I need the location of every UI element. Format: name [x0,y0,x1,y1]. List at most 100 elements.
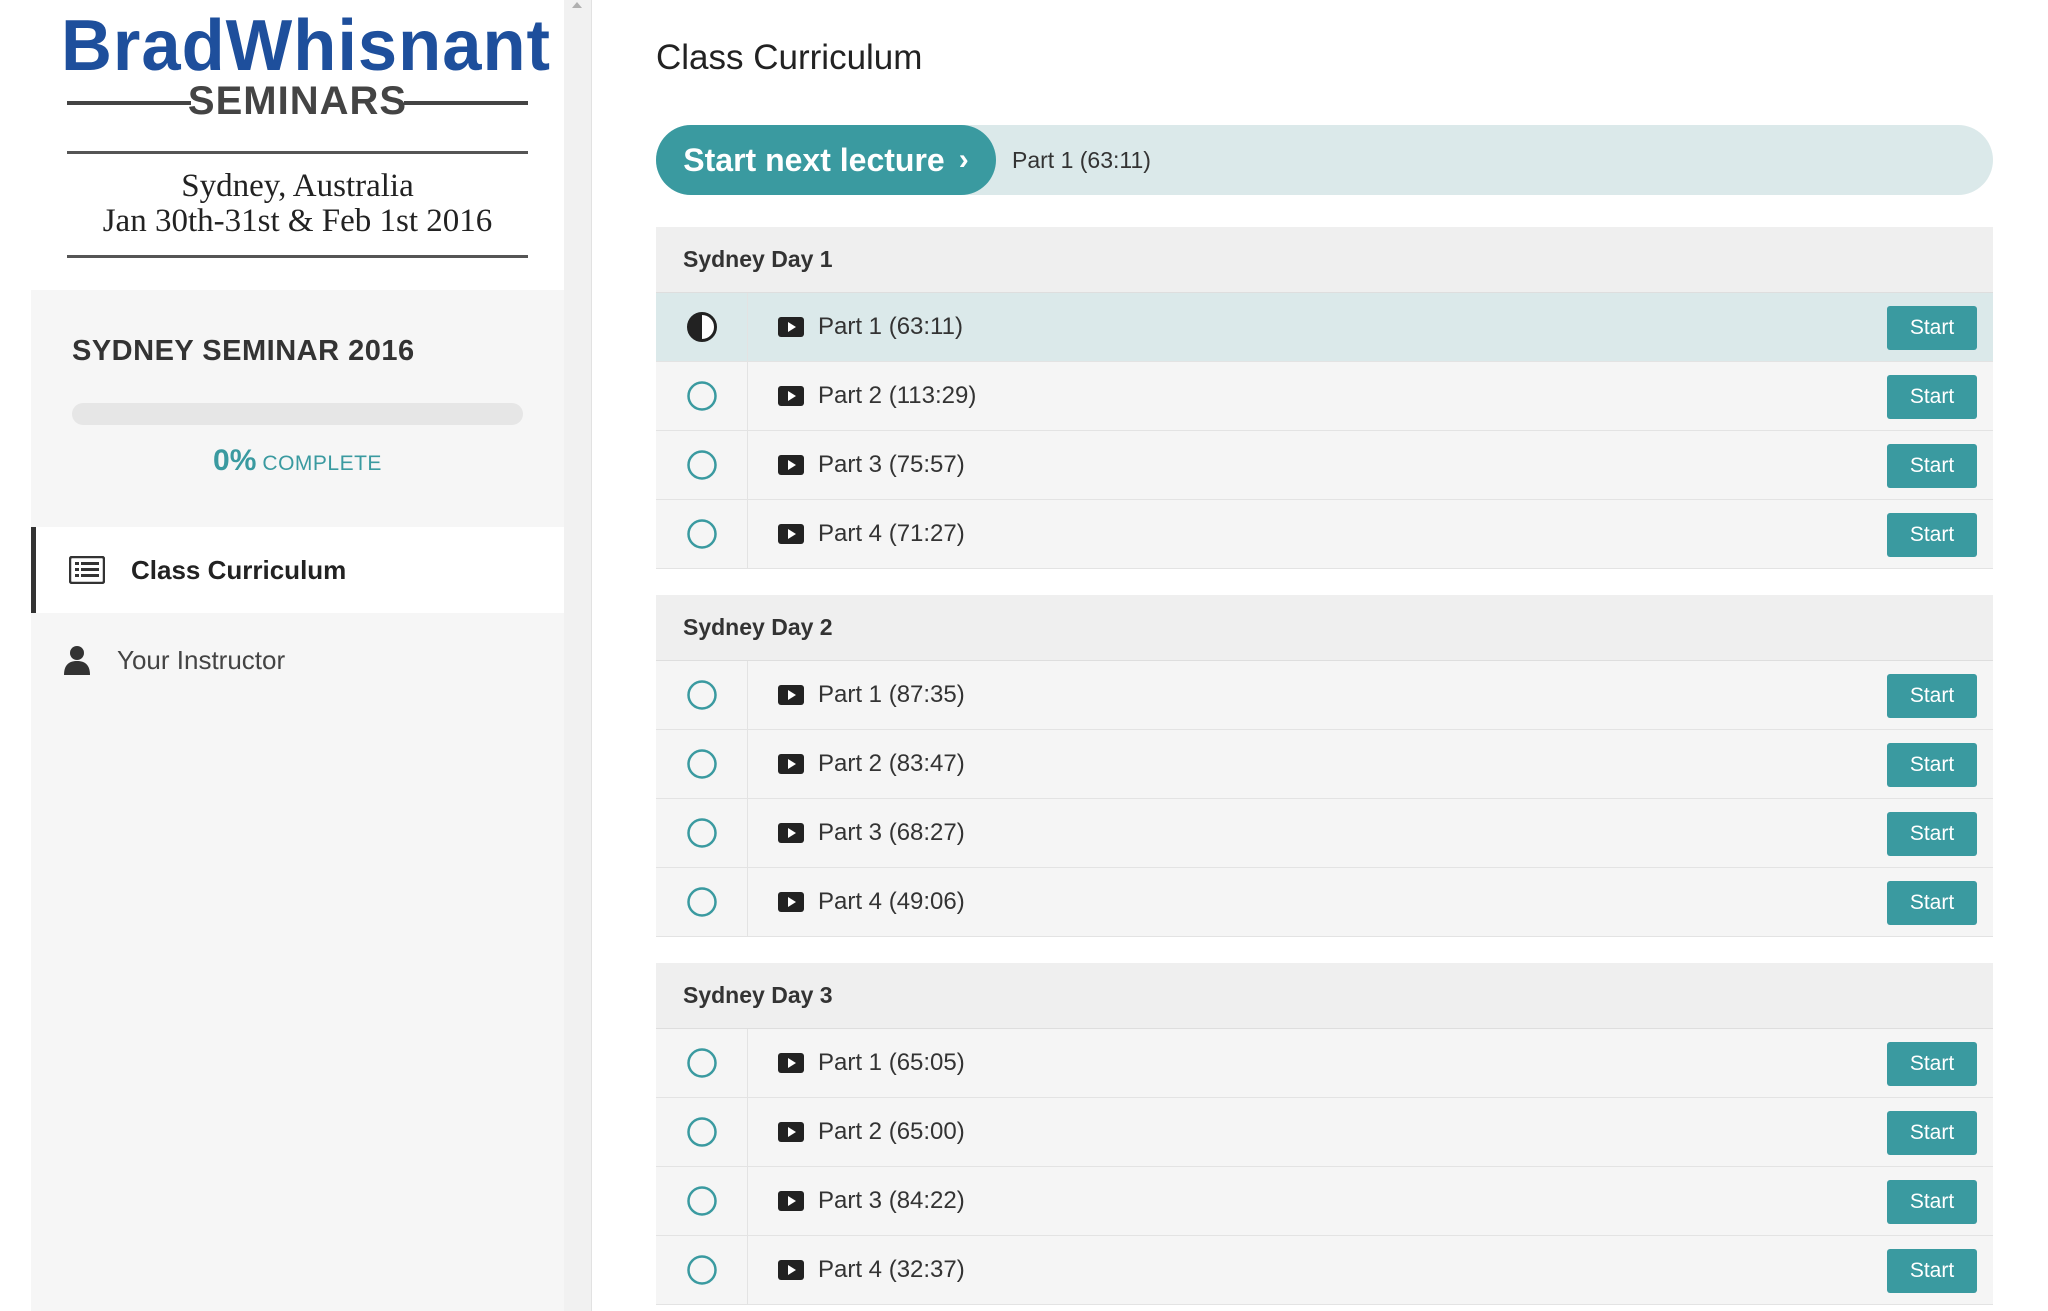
nav-item-class-curriculum[interactable]: Class Curriculum [31,527,564,613]
logo-divider-top [67,151,528,154]
lecture-item[interactable]: Part 4 (32:37) Start [656,1236,1993,1305]
lecture-item[interactable]: Part 1 (87:35) Start [656,661,1993,730]
empty-circle-icon [686,1117,717,1147]
curriculum-section: Sydney Day 1 Part 1 (63:11) Start Part 2… [656,227,1993,569]
logo-dates: Jan 30th-31st & Feb 1st 2016 [102,203,493,239]
logo-line-right [404,101,528,105]
lecture-item[interactable]: Part 3 (68:27) Start [656,799,1993,868]
start-next-lecture-label: Start next lecture [683,141,945,178]
start-lecture-button[interactable]: Start [1887,1042,1977,1086]
lecture-title: Part 2 (113:29) [818,382,977,409]
start-lecture-button[interactable]: Start [1887,1249,1977,1293]
video-icon [778,524,804,544]
start-next-lecture-button[interactable]: Start next lecture › [656,125,996,195]
start-lecture-button[interactable]: Start [1887,1180,1977,1224]
video-icon [778,1122,804,1142]
video-icon [778,1260,804,1280]
user-icon [59,645,95,675]
video-icon [778,455,804,475]
lecture-title: Part 2 (65:00) [818,1118,965,1145]
empty-circle-icon [686,1186,717,1216]
lecture-status-cell [656,1167,748,1235]
main-content: Class Curriculum Start next lecture › Par… [592,0,2048,1311]
start-lecture-button[interactable]: Start [1887,1111,1977,1155]
lecture-item[interactable]: Part 2 (65:00) Start [656,1098,1993,1167]
empty-circle-icon [686,381,717,411]
video-icon [778,823,804,843]
sidebar-scrollbar[interactable] [564,0,592,1311]
progress-label: 0% COMPLETE [72,444,523,478]
start-lecture-button[interactable]: Start [1887,375,1977,419]
video-icon [778,754,804,774]
lecture-status-cell [656,1236,748,1304]
lecture-item[interactable]: Part 4 (49:06) Start [656,868,1993,937]
logo-brand: BradWhisnant [61,6,552,86]
lecture-status-cell [656,362,748,430]
empty-circle-icon [686,680,717,710]
scroll-up-arrow-icon[interactable] [572,2,582,8]
lecture-list: Part 1 (65:05) Start Part 2 (65:00) Star… [656,1029,1993,1305]
start-lecture-button[interactable]: Start [1887,812,1977,856]
video-icon [778,685,804,705]
start-lecture-button[interactable]: Start [1887,743,1977,787]
half-circle-icon [686,312,717,342]
empty-circle-icon [686,749,717,779]
lecture-title: Part 4 (71:27) [818,520,965,547]
lecture-item[interactable]: Part 3 (75:57) Start [656,431,1993,500]
chevron-right-icon: › [958,143,969,176]
video-icon [778,317,804,337]
lecture-title: Part 1 (63:11) [818,313,963,340]
lecture-status-cell [656,799,748,867]
list-icon [69,555,105,585]
lecture-title: Part 1 (65:05) [818,1049,965,1076]
lecture-item[interactable]: Part 4 (71:27) Start [656,500,1993,569]
video-icon [778,386,804,406]
progress-bar [72,403,523,425]
section-title: Sydney Day 1 [656,227,1993,293]
start-lecture-button[interactable]: Start [1887,444,1977,488]
lecture-status-cell [656,431,748,499]
lecture-status-cell [656,868,748,936]
logo-location: Sydney, Australia [181,168,414,204]
empty-circle-icon [686,818,717,848]
video-icon [778,1191,804,1211]
lecture-title: Part 2 (83:47) [818,750,965,777]
lecture-status-cell [656,661,748,729]
lecture-item[interactable]: Part 2 (113:29) Start [656,362,1993,431]
start-lecture-button[interactable]: Start [1887,306,1977,350]
section-title: Sydney Day 2 [656,595,1993,661]
lecture-title: Part 4 (32:37) [818,1256,965,1283]
video-icon [778,1053,804,1073]
empty-circle-icon [686,1048,717,1078]
lecture-item[interactable]: Part 2 (83:47) Start [656,730,1993,799]
lecture-status-cell [656,1029,748,1097]
seminar-logo: BradWhisnant SEMINARS Sydney, Australia … [31,0,564,290]
lecture-item[interactable]: Part 3 (84:22) Start [656,1167,1993,1236]
empty-circle-icon [686,887,717,917]
empty-circle-icon [686,450,717,480]
lecture-title: Part 3 (84:22) [818,1187,965,1214]
lecture-status-cell [656,1098,748,1166]
progress-complete-text: COMPLETE [262,452,382,475]
start-lecture-button[interactable]: Start [1887,513,1977,557]
start-lecture-button[interactable]: Start [1887,674,1977,718]
logo-divider-bottom [67,255,528,258]
next-lecture-bar: Start next lecture › Part 1 (63:11) [656,125,1993,195]
nav-item-your-instructor[interactable]: Your Instructor [31,617,564,703]
empty-circle-icon [686,1255,717,1285]
app-window: BradWhisnant SEMINARS Sydney, Australia … [0,0,2048,1311]
lecture-item[interactable]: Part 1 (63:11) Start [656,293,1993,362]
nav-label: Class Curriculum [131,554,347,585]
next-lecture-title: Part 1 (63:11) [1012,147,1151,173]
lecture-list: Part 1 (87:35) Start Part 2 (83:47) Star… [656,661,1993,937]
lecture-title: Part 4 (49:06) [818,888,965,915]
lecture-status-cell [656,500,748,568]
scroll-thumb[interactable] [570,22,586,1292]
start-lecture-button[interactable]: Start [1887,881,1977,925]
lecture-title: Part 3 (68:27) [818,819,965,846]
lecture-title: Part 3 (75:57) [818,451,965,478]
lecture-list: Part 1 (63:11) Start Part 2 (113:29) Sta… [656,293,1993,569]
lecture-item[interactable]: Part 1 (65:05) Start [656,1029,1993,1098]
logo-subtitle-row: SEMINARS [67,78,528,124]
section-title: Sydney Day 3 [656,963,1993,1029]
